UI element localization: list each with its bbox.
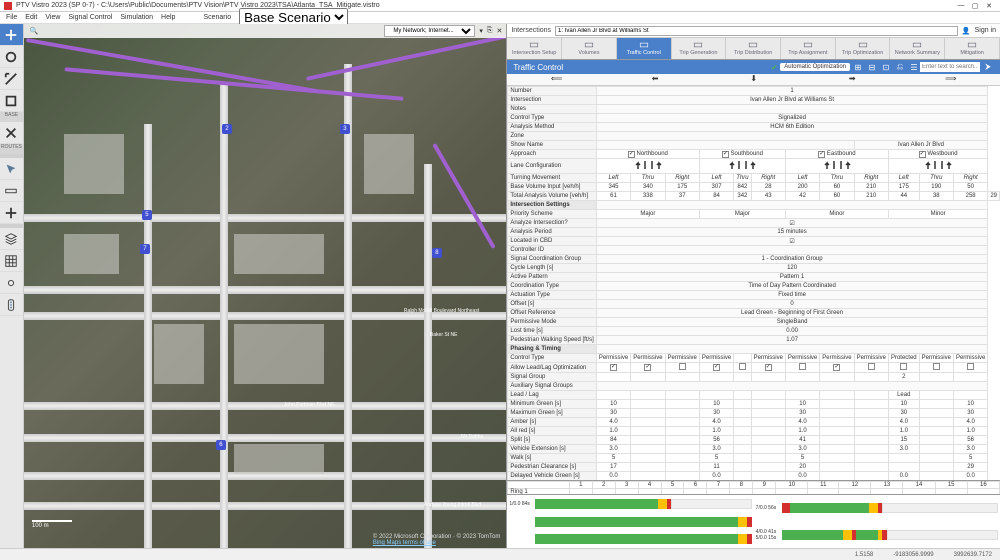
tool-grid[interactable] — [0, 250, 23, 272]
tool-icon-5[interactable]: ☰ — [908, 61, 920, 73]
tool-layers[interactable] — [0, 228, 23, 250]
tool-roundabout[interactable] — [0, 46, 23, 68]
street-label: Andrew Young Intrntl Blvd — [424, 502, 481, 508]
search-input[interactable] — [920, 62, 980, 72]
menu-simulation[interactable]: Simulation — [120, 14, 153, 21]
menu-bar: File Edit View Signal Control Simulation… — [0, 12, 1000, 24]
tool-route1[interactable] — [0, 122, 23, 144]
menu-view[interactable]: View — [45, 14, 60, 21]
tool-measure[interactable] — [0, 180, 23, 202]
signin-icon[interactable]: 👤 — [962, 27, 971, 35]
menu-edit[interactable]: Edit — [25, 14, 37, 21]
node-marker[interactable]: 8 — [432, 248, 442, 258]
node-marker[interactable]: 6 — [216, 440, 226, 450]
menu-file[interactable]: File — [6, 14, 17, 21]
auto-opt-button[interactable]: Automatic Optimization — [780, 63, 850, 71]
tab-intersection-setup[interactable]: Intersection Setup — [507, 38, 562, 59]
minimize-button[interactable]: — — [954, 2, 968, 9]
nav-next[interactable]: ➡ — [803, 74, 902, 85]
scenario-label: Scenario — [203, 14, 231, 21]
tab-network-summary[interactable]: Network Summary — [890, 38, 945, 59]
search-go-icon[interactable]: ⮞ — [982, 61, 994, 73]
map-view[interactable]: 2 3 5 7 8 6 Ralph McGill Boulevard North… — [24, 24, 506, 548]
signin-link[interactable]: Sign in — [975, 27, 996, 34]
status-coord2: -9183056.9999 — [893, 552, 933, 558]
timing-diagram[interactable]: 1/0.0 84s7/0.0 56s4/0.0 41s 5/0.0 15s — [507, 494, 1000, 548]
menu-signal-control[interactable]: Signal Control — [68, 14, 112, 21]
map-menu-icon[interactable]: ▾ — [479, 27, 483, 35]
nav-down[interactable]: ⬇ — [704, 74, 803, 85]
tool-icon-1[interactable]: ⊞ — [852, 61, 864, 73]
left-toolbar: BASE ROUTES — [0, 24, 24, 548]
node-marker[interactable]: 2 — [222, 124, 232, 134]
tc-title: Traffic Control — [513, 63, 563, 72]
street-label: Ralph McGill Boulevard Northeast — [404, 308, 479, 314]
check-icon[interactable]: ✔ — [768, 61, 780, 73]
street-label: JW Dobbs — [460, 434, 483, 440]
street-label: John Portman Blvd NE — [284, 402, 335, 408]
intersection-selector[interactable] — [555, 26, 958, 36]
data-grid[interactable]: Number1IntersectionIvan Allen Jr Blvd at… — [507, 86, 1000, 480]
map-pin-icon[interactable]: ⎘ — [487, 27, 493, 35]
bing-link[interactable]: Bing Maps terms of use — [373, 540, 436, 546]
map-credits: © 2022 Microsoft Corporation · © 2023 To… — [373, 534, 500, 546]
street-label: Baker St NE — [430, 332, 458, 338]
label-routes: ROUTES — [0, 144, 23, 154]
tool-icon-4[interactable]: ⎌ — [894, 61, 906, 73]
nav-prev-all[interactable]: ⟸ — [507, 74, 606, 85]
tab-volumes[interactable]: Volumes — [562, 38, 617, 59]
close-button[interactable]: ✕ — [982, 2, 996, 10]
tool-link[interactable] — [0, 272, 23, 294]
map-search-icon[interactable]: 🔍 — [28, 25, 40, 37]
tool-icon-2[interactable]: ⊟ — [866, 61, 878, 73]
tool-signal[interactable] — [0, 294, 23, 316]
tool-ramp[interactable] — [0, 68, 23, 90]
tab-trip-assignment[interactable]: Trip Assignment — [781, 38, 836, 59]
map-scale: 100 m — [32, 520, 72, 530]
tab-traffic-control[interactable]: Traffic Control — [617, 38, 672, 59]
menu-help[interactable]: Help — [161, 14, 175, 21]
label-base: BASE — [0, 112, 23, 122]
tool-zone[interactable] — [0, 90, 23, 112]
node-marker[interactable]: 7 — [140, 244, 150, 254]
network-select[interactable]: My Network; Internet... — [384, 25, 475, 37]
tool-pan[interactable] — [0, 202, 23, 224]
tab-mitigation[interactable]: Mitigation — [945, 38, 1000, 59]
node-marker[interactable]: 3 — [340, 124, 350, 134]
nav-next-all[interactable]: ⟹ — [901, 74, 1000, 85]
tool-icon-3[interactable]: ⊡ — [880, 61, 892, 73]
app-icon — [4, 2, 12, 10]
status-coord1: 1.5158 — [855, 552, 873, 558]
tab-trip-distribution[interactable]: Trip Distribution — [726, 38, 781, 59]
tab-trip-generation[interactable]: Trip Generation — [672, 38, 727, 59]
maximize-button[interactable]: ▢ — [968, 2, 982, 10]
map-close-icon[interactable]: ✕ — [496, 27, 502, 35]
tool-intersection[interactable] — [0, 24, 23, 46]
status-coord3: 3992639.7172 — [954, 552, 992, 558]
tab-trip-optimization[interactable]: Trip Optimization — [836, 38, 891, 59]
nav-prev[interactable]: ⬅ — [606, 74, 705, 85]
tool-select[interactable] — [0, 158, 23, 180]
context-label: Intersections — [511, 27, 551, 34]
node-marker[interactable]: 5 — [142, 210, 152, 220]
